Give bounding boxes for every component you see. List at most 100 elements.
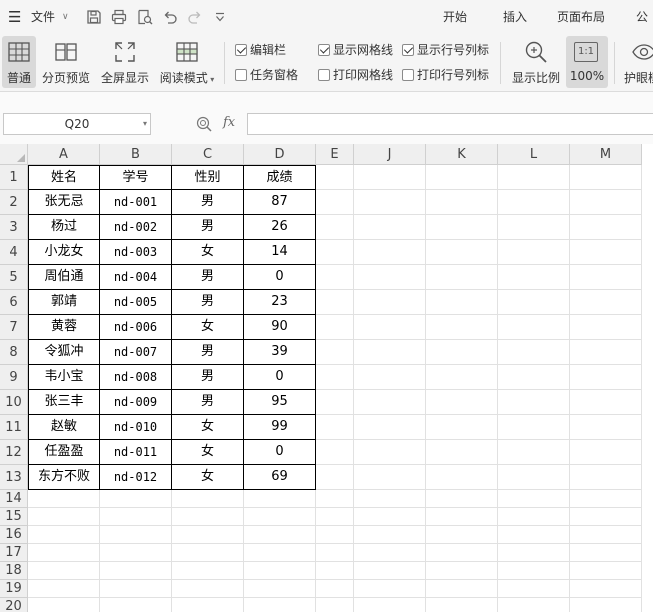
cell-e1[interactable] (316, 165, 354, 190)
cell-k2[interactable] (426, 190, 498, 215)
cell-b9[interactable]: nd-008 (100, 365, 172, 390)
cell-b16[interactable] (100, 526, 172, 544)
cell-c14[interactable] (172, 490, 244, 508)
find-zoom-icon[interactable] (196, 116, 212, 132)
cell-j6[interactable] (354, 290, 426, 315)
tab-page-layout[interactable]: 页面布局 (557, 0, 605, 34)
cell-a2[interactable]: 张无忌 (28, 190, 100, 215)
cell-e8[interactable] (316, 340, 354, 365)
cell-d3[interactable]: 26 (244, 215, 316, 240)
cell-l6[interactable] (498, 290, 570, 315)
cell-k13[interactable] (426, 465, 498, 490)
file-menu[interactable]: 文件 (31, 0, 55, 34)
customize-toolbar-chevron-icon[interactable] (212, 9, 228, 25)
tab-formulas[interactable]: 公式 (636, 0, 653, 58)
cell-d11[interactable]: 99 (244, 415, 316, 440)
cell-e18[interactable] (316, 562, 354, 580)
cell-b7[interactable]: nd-006 (100, 315, 172, 340)
cell-j17[interactable] (354, 544, 426, 562)
name-box-chevron-down-icon[interactable]: ▾ (143, 114, 147, 134)
cell-a12[interactable]: 任盈盈 (28, 440, 100, 465)
cell-m1[interactable] (570, 165, 642, 190)
cell-l10[interactable] (498, 390, 570, 415)
cell-c12[interactable]: 女 (172, 440, 244, 465)
cell-k10[interactable] (426, 390, 498, 415)
cell-e6[interactable] (316, 290, 354, 315)
cell-e4[interactable] (316, 240, 354, 265)
cell-m4[interactable] (570, 240, 642, 265)
cell-m15[interactable] (570, 508, 642, 526)
cell-b2[interactable]: nd-001 (100, 190, 172, 215)
cell-a8[interactable]: 令狐冲 (28, 340, 100, 365)
cell-b17[interactable] (100, 544, 172, 562)
row-header-1[interactable]: 1 (0, 165, 28, 190)
cell-d7[interactable]: 90 (244, 315, 316, 340)
reading-mode-button[interactable]: 阅读模式 ▾ (158, 36, 216, 88)
cell-k5[interactable] (426, 265, 498, 290)
cell-c1[interactable]: 性别 (172, 165, 244, 190)
cell-d19[interactable] (244, 580, 316, 598)
hamburger-menu-icon[interactable]: ☰ (8, 0, 21, 34)
cell-d2[interactable]: 87 (244, 190, 316, 215)
fx-insert-function-icon[interactable]: fx (223, 115, 235, 130)
row-header-5[interactable]: 5 (0, 265, 28, 290)
row-header-9[interactable]: 9 (0, 365, 28, 390)
cell-e9[interactable] (316, 365, 354, 390)
cell-k9[interactable] (426, 365, 498, 390)
cell-d18[interactable] (244, 562, 316, 580)
cell-e13[interactable] (316, 465, 354, 490)
cell-d9[interactable]: 0 (244, 365, 316, 390)
cell-e11[interactable] (316, 415, 354, 440)
cell-j7[interactable] (354, 315, 426, 340)
cell-b6[interactable]: nd-005 (100, 290, 172, 315)
cell-l4[interactable] (498, 240, 570, 265)
cell-a10[interactable]: 张三丰 (28, 390, 100, 415)
row-header-14[interactable]: 14 (0, 490, 28, 508)
cell-b4[interactable]: nd-003 (100, 240, 172, 265)
zoom-100-button[interactable]: 1:1 100% (566, 36, 608, 88)
cell-d5[interactable]: 0 (244, 265, 316, 290)
cell-m8[interactable] (570, 340, 642, 365)
cell-l16[interactable] (498, 526, 570, 544)
column-header-c[interactable]: C (172, 144, 244, 165)
row-header-19[interactable]: 19 (0, 580, 28, 598)
row-header-2[interactable]: 2 (0, 190, 28, 215)
row-header-11[interactable]: 11 (0, 415, 28, 440)
cell-j16[interactable] (354, 526, 426, 544)
cell-m2[interactable] (570, 190, 642, 215)
cell-e19[interactable] (316, 580, 354, 598)
cell-k7[interactable] (426, 315, 498, 340)
cell-m17[interactable] (570, 544, 642, 562)
row-header-15[interactable]: 15 (0, 508, 28, 526)
full-screen-button[interactable]: 全屏显示 (98, 36, 152, 88)
cell-k16[interactable] (426, 526, 498, 544)
cell-a16[interactable] (28, 526, 100, 544)
cell-a7[interactable]: 黄蓉 (28, 315, 100, 340)
column-header-a[interactable]: A (28, 144, 100, 165)
cell-d15[interactable] (244, 508, 316, 526)
cell-c4[interactable]: 女 (172, 240, 244, 265)
column-header-e[interactable]: E (316, 144, 354, 165)
column-header-j[interactable]: J (354, 144, 426, 165)
formula-input[interactable] (247, 113, 653, 135)
cell-c20[interactable] (172, 598, 244, 612)
cell-a5[interactable]: 周伯通 (28, 265, 100, 290)
file-menu-chevron-down-icon[interactable]: ∨ (62, 0, 69, 34)
cell-e12[interactable] (316, 440, 354, 465)
cell-j9[interactable] (354, 365, 426, 390)
cell-k6[interactable] (426, 290, 498, 315)
cell-c19[interactable] (172, 580, 244, 598)
cell-b12[interactable]: nd-011 (100, 440, 172, 465)
cell-k1[interactable] (426, 165, 498, 190)
cell-b13[interactable]: nd-012 (100, 465, 172, 490)
row-header-10[interactable]: 10 (0, 390, 28, 415)
cell-j19[interactable] (354, 580, 426, 598)
cell-d17[interactable] (244, 544, 316, 562)
cell-j11[interactable] (354, 415, 426, 440)
cell-l9[interactable] (498, 365, 570, 390)
cell-d16[interactable] (244, 526, 316, 544)
cell-c7[interactable]: 女 (172, 315, 244, 340)
cell-l13[interactable] (498, 465, 570, 490)
cell-m9[interactable] (570, 365, 642, 390)
cell-b20[interactable] (100, 598, 172, 612)
